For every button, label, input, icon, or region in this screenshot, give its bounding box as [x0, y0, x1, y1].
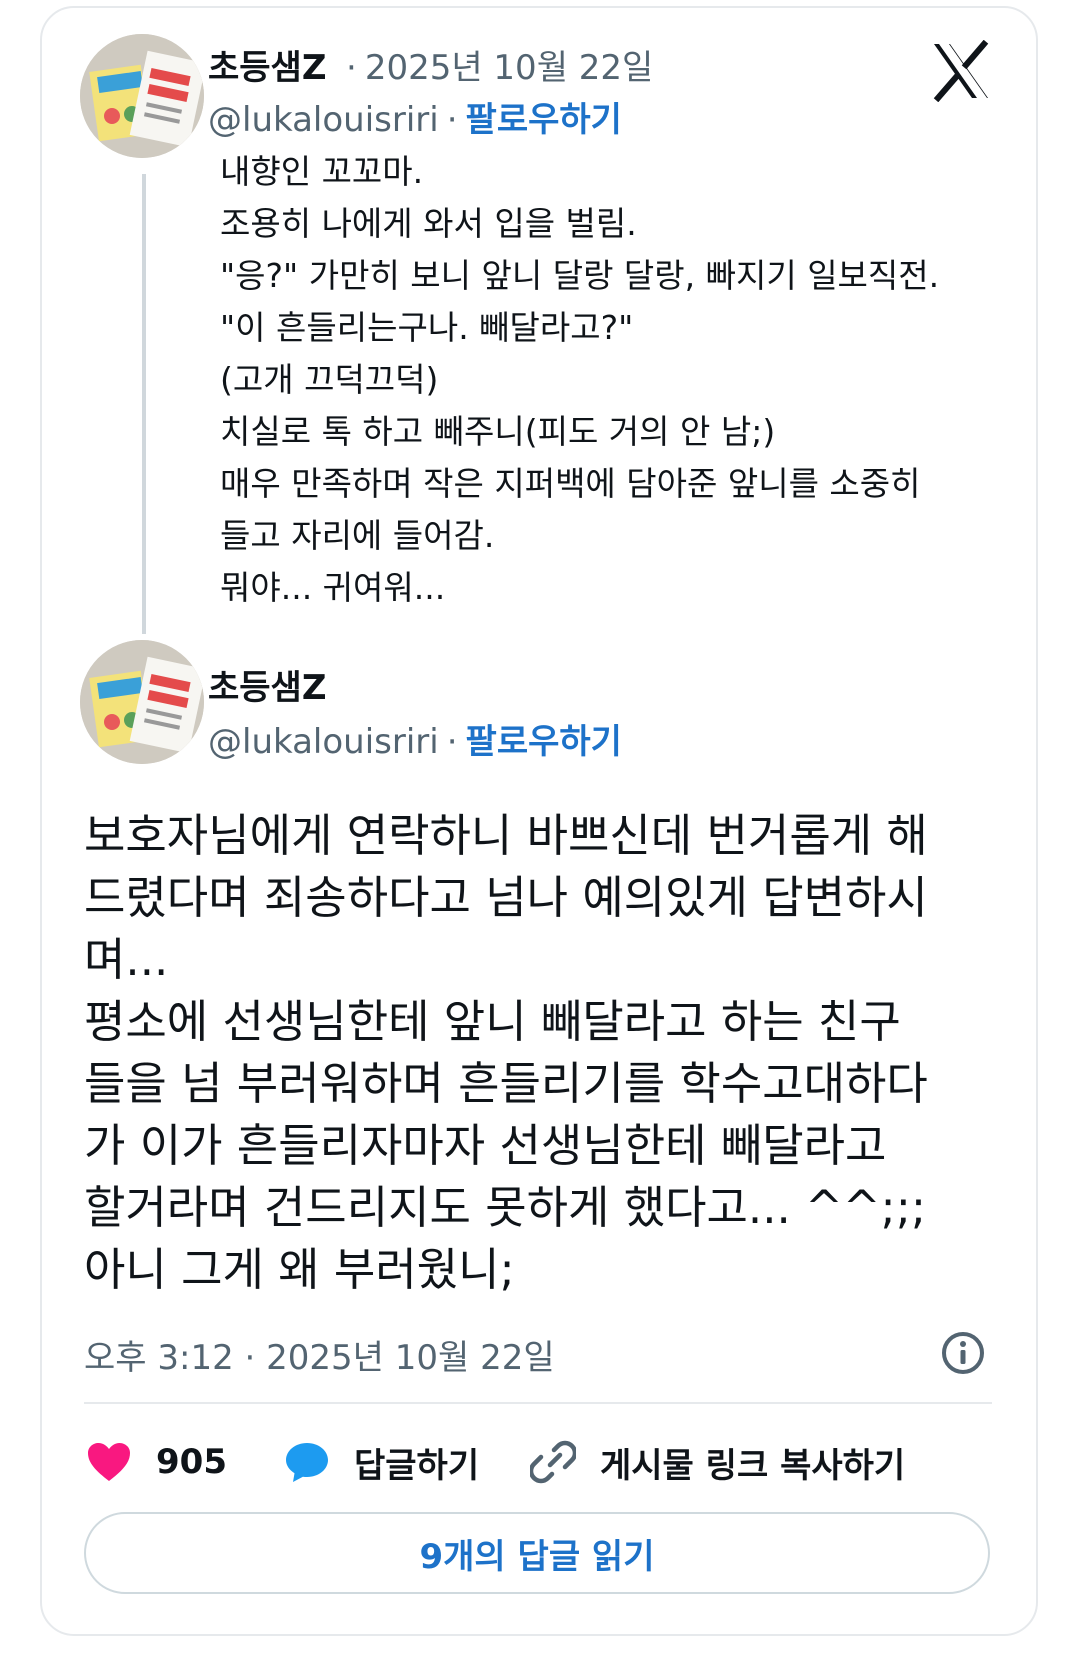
thread-connector-line [142, 174, 146, 634]
text-line: 평소에 선생님한테 앞니 빼달라고 하는 친구 [84, 995, 901, 1048]
text-line: 드렸다며 죄송하다고 넘나 예의있게 답변하시 [84, 871, 928, 924]
author-handle-row: @lukalouisriri · 팔로우하기 [208, 722, 622, 762]
text-line: "응?" 가만히 보니 앞니 달랑 달랑, 빠지기 일보직전. [220, 256, 940, 295]
read-replies-button[interactable]: 9개의 답글 읽기 [84, 1512, 990, 1594]
author-handle[interactable]: @lukalouisriri [208, 100, 439, 140]
quoted-tweet-text: 내향인 꼬꼬마. 조용히 나에게 와서 입을 벌림. "응?" 가만히 보니 앞… [220, 146, 1020, 614]
author-name[interactable]: 초등샘Z [208, 40, 327, 89]
text-line: 할거라며 건드리지도 못하게 했다고... ^^;;; [84, 1181, 927, 1234]
text-line: 내향인 꼬꼬마. [220, 152, 424, 191]
follow-button[interactable]: 팔로우하기 [466, 722, 622, 762]
text-line: 며... [84, 933, 169, 986]
text-line: 치실로 톡 하고 빼주니(피도 거의 안 남;) [220, 412, 776, 451]
text-line: 아니 그게 왜 부러웠니; [84, 1243, 515, 1296]
author-handle[interactable]: @lukalouisriri [208, 722, 439, 762]
like-button[interactable]: 905 [86, 1432, 227, 1492]
reply-button[interactable]: 답글하기 [284, 1432, 479, 1492]
follow-button[interactable]: 팔로우하기 [466, 100, 622, 140]
text-line: 조용히 나에게 와서 입을 벌림. [220, 204, 637, 243]
speech-bubble-icon [286, 1443, 328, 1482]
text-line: 들을 넘 부러워하며 흔들리기를 학수고대하다 [84, 1057, 928, 1110]
tweet-date-text: 2025년 10월 22일 [364, 48, 654, 88]
tweet-date[interactable]: · 2025년 10월 22일 [338, 40, 653, 89]
text-line: 가 이가 흔들리자마자 선생님한테 빼달라고 [84, 1119, 887, 1172]
author-handle-row: @lukalouisriri · 팔로우하기 [208, 100, 622, 140]
author-name[interactable]: 초등샘Z [208, 660, 327, 709]
link-icon [530, 1440, 576, 1484]
text-line: 뭐야... 귀여워... [220, 568, 446, 607]
text-line: "이 흔들리는구나. 빼달라고?" [220, 308, 634, 347]
x-logo-icon[interactable] [930, 40, 992, 102]
copy-link-button[interactable]: 게시물 링크 복사하기 [530, 1432, 905, 1492]
text-line: 보호자님에게 연락하니 바쁘신데 번거롭게 해 [84, 809, 928, 862]
copy-link-label: 게시물 링크 복사하기 [600, 1445, 906, 1486]
text-line: 매우 만족하며 작은 지퍼백에 담아준 앞니를 소중히 [220, 464, 921, 503]
reply-label: 답글하기 [354, 1445, 480, 1486]
author-avatar[interactable] [80, 34, 204, 158]
info-icon[interactable] [940, 1330, 986, 1376]
like-count: 905 [156, 1442, 227, 1482]
heart-icon [88, 1443, 130, 1481]
author-avatar[interactable] [80, 640, 204, 764]
main-tweet-text: 보호자님에게 연락하니 바쁘신데 번거롭게 해 드렸다며 죄송하다고 넘나 예의… [84, 805, 1004, 1301]
divider [84, 1402, 992, 1404]
text-line: (고개 끄덕끄덕) [220, 360, 439, 399]
text-line: 들고 자리에 들어감. [220, 516, 495, 555]
tweet-timestamp[interactable]: 오후 3:12 · 2025년 10월 22일 [84, 1330, 555, 1379]
